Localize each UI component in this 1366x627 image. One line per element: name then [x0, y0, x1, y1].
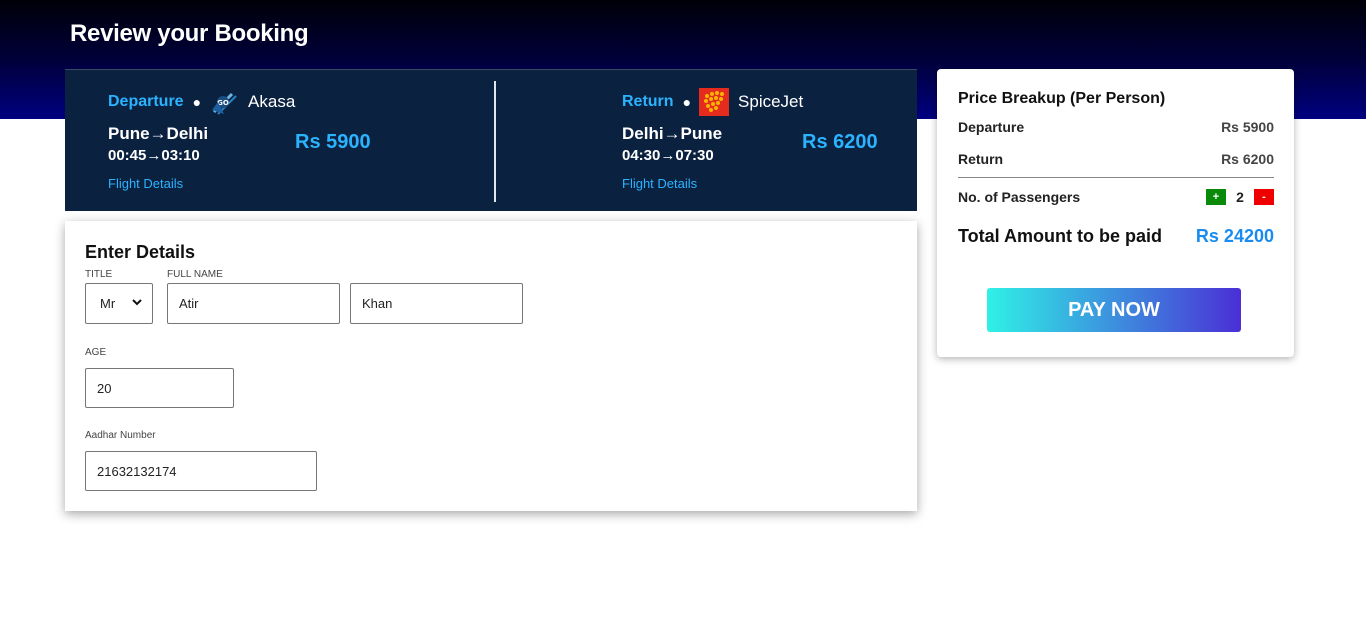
bullet-dot: ● — [682, 94, 692, 110]
price-breakup-card: Price Breakup (Per Person) Departure Rs … — [937, 69, 1294, 357]
aadhar-label: Aadhar Number — [85, 430, 156, 441]
departure-row-label: Departure — [958, 119, 1025, 135]
enter-details-title: Enter Details — [85, 242, 196, 262]
departure-airline-name: Akasa — [248, 92, 296, 111]
age-input[interactable]: 20 — [85, 368, 234, 408]
last-name-input[interactable]: Khan — [350, 283, 523, 324]
chevron-down-icon — [132, 298, 142, 309]
return-row-amount: Rs 6200 — [1221, 151, 1274, 167]
title-select[interactable]: Mr — [85, 283, 153, 324]
departure-leg: Departure ● GO Akasa Pune→Delhi 00:45→03… — [108, 70, 488, 212]
total-amount: Rs 24200 — [1195, 226, 1274, 246]
first-name-input[interactable]: Atir — [167, 283, 340, 324]
goair-logo-icon: GO — [209, 88, 239, 116]
return-times: 04:30→07:30 — [622, 147, 714, 164]
return-row-label: Return — [958, 151, 1004, 167]
return-header: Return ● SpiceJet — [622, 88, 803, 116]
passengers-row: No. of Passengers + 2 - — [958, 189, 1274, 205]
price-divider — [958, 177, 1274, 178]
price-breakup-title: Price Breakup (Per Person) — [958, 90, 1166, 107]
passenger-count: 2 — [1236, 189, 1244, 205]
return-airline-name: SpiceJet — [738, 92, 804, 111]
bullet-dot: ● — [192, 94, 202, 110]
title-select-value: Mr — [100, 296, 116, 311]
flight-summary-card: Departure ● GO Akasa Pune→Delhi 00:45→03… — [65, 69, 917, 211]
departure-price: Rs 5900 — [295, 131, 371, 153]
passenger-stepper: + 2 - — [1206, 189, 1274, 205]
remove-passenger-button[interactable]: - — [1254, 189, 1274, 205]
departure-header: Departure ● GO Akasa — [108, 88, 295, 116]
departure-route: Pune→Delhi — [108, 124, 209, 143]
enter-details-card: Enter Details TITLE FULL NAME Mr Atir Kh… — [65, 221, 917, 511]
return-price: Rs 6200 — [802, 131, 878, 153]
age-label: AGE — [85, 347, 107, 358]
title-label: TITLE — [85, 269, 113, 280]
spicejet-logo-icon — [699, 88, 730, 116]
departure-flight-details-link[interactable]: Flight Details — [108, 176, 183, 191]
total-row: Total Amount to be paid Rs 24200 — [958, 226, 1274, 247]
departure-times: 00:45→03:10 — [108, 147, 200, 164]
departure-row-amount: Rs 5900 — [1221, 119, 1274, 135]
return-price-row: Return Rs 6200 — [958, 151, 1274, 167]
return-flight-details-link[interactable]: Flight Details — [622, 176, 697, 191]
return-route: Delhi→Pune — [622, 124, 723, 143]
page-title: Review your Booking — [70, 20, 309, 47]
departure-type-label: Departure — [108, 93, 184, 110]
aadhar-input[interactable]: 21632132174 — [85, 451, 317, 491]
passengers-label: No. of Passengers — [958, 189, 1081, 205]
total-label: Total Amount to be paid — [958, 226, 1162, 246]
add-passenger-button[interactable]: + — [1206, 189, 1226, 205]
return-type-label: Return — [622, 93, 674, 110]
full-name-label: FULL NAME — [167, 269, 223, 280]
pay-now-button[interactable]: PAY NOW — [987, 288, 1241, 332]
departure-price-row: Departure Rs 5900 — [958, 119, 1274, 135]
legs-divider — [494, 81, 496, 202]
